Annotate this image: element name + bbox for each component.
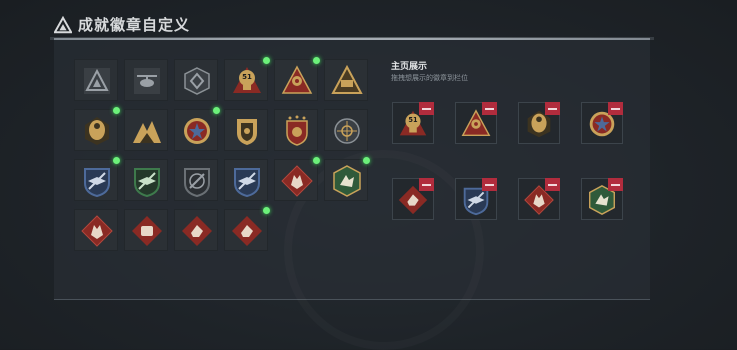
fist-red-badge-icon bbox=[132, 216, 162, 246]
badge-cell[interactable] bbox=[124, 59, 168, 101]
badge-cell[interactable] bbox=[224, 109, 268, 151]
new-indicator-dot bbox=[263, 57, 270, 64]
gold-shield-badge-icon bbox=[237, 119, 257, 145]
wolf-red-badge-icon-2 bbox=[81, 215, 113, 247]
badge-cell[interactable] bbox=[174, 209, 218, 251]
badge-cell[interactable] bbox=[274, 157, 320, 201]
wolf-red-badge-icon bbox=[281, 165, 313, 197]
showcase-slot[interactable]: 51 bbox=[392, 102, 434, 144]
star-medal-badge-icon bbox=[184, 118, 210, 144]
triangle-logo-icon bbox=[54, 15, 72, 33]
new-indicator-dot bbox=[113, 107, 120, 114]
lightbulb-51-badge-icon: 51 bbox=[233, 67, 261, 93]
crosshair-badge-icon bbox=[334, 118, 360, 144]
diamond-emblem-icon bbox=[184, 67, 210, 95]
blue-wings-badge-icon bbox=[84, 168, 110, 198]
showcase-slot[interactable] bbox=[455, 102, 497, 144]
remove-badge-button[interactable] bbox=[419, 178, 434, 191]
remove-badge-button[interactable] bbox=[482, 102, 497, 115]
showcase-slot[interactable] bbox=[518, 178, 560, 220]
badge-customization-panel: 51 主页展示 拖拽想展示的徽章到栏位 51 bbox=[50, 37, 654, 300]
stars-shield-badge-icon bbox=[286, 115, 308, 146]
dark-wings-badge-icon bbox=[184, 168, 210, 198]
panel-top-highlight bbox=[50, 37, 654, 40]
badge-cell[interactable] bbox=[124, 209, 168, 251]
badge-cell[interactable] bbox=[124, 109, 168, 151]
showcase-subtitle: 拖拽想展示的徽章到栏位 bbox=[391, 74, 468, 82]
badge-cell[interactable] bbox=[174, 59, 218, 101]
pyramid-eye-badge-icon bbox=[281, 65, 313, 94]
badge-cell[interactable] bbox=[74, 209, 118, 251]
page-title: 成就徽章自定义 bbox=[78, 16, 191, 34]
badge-cell[interactable] bbox=[274, 57, 320, 101]
remove-badge-button[interactable] bbox=[545, 102, 560, 115]
minus-icon bbox=[548, 183, 557, 186]
triangle-emblem-icon bbox=[84, 68, 110, 94]
badge-cell[interactable] bbox=[174, 107, 220, 151]
badge-cell[interactable] bbox=[224, 207, 270, 251]
minus-icon bbox=[422, 183, 431, 186]
remove-badge-button[interactable] bbox=[482, 178, 497, 191]
page-title-bar: 成就徽章自定义 bbox=[54, 14, 190, 35]
new-indicator-dot bbox=[263, 207, 270, 214]
badge-cell[interactable]: 51 bbox=[224, 57, 270, 101]
mountain-gold-badge-icon bbox=[133, 121, 161, 143]
remove-badge-button[interactable] bbox=[419, 102, 434, 115]
minus-icon bbox=[422, 107, 431, 110]
badge-cell[interactable] bbox=[324, 109, 368, 151]
svg-text:51: 51 bbox=[242, 73, 252, 81]
badge-cell[interactable] bbox=[74, 107, 120, 151]
showcase-slot[interactable] bbox=[518, 102, 560, 144]
new-indicator-dot bbox=[313, 57, 320, 64]
minus-icon bbox=[611, 183, 620, 186]
minus-icon bbox=[485, 183, 494, 186]
showcase-slot[interactable] bbox=[581, 178, 623, 220]
hex-green-badge-icon bbox=[333, 165, 361, 197]
badge-cell[interactable] bbox=[74, 59, 118, 101]
minus-icon bbox=[485, 107, 494, 110]
new-indicator-dot bbox=[213, 107, 220, 114]
new-indicator-dot bbox=[363, 157, 370, 164]
showcase-title: 主页展示 bbox=[391, 62, 428, 72]
svg-text:51: 51 bbox=[408, 116, 418, 124]
badge-cell[interactable] bbox=[124, 159, 168, 201]
minus-icon bbox=[548, 107, 557, 110]
green-wings-badge-icon bbox=[134, 168, 160, 198]
new-indicator-dot bbox=[313, 157, 320, 164]
hand-red-badge-icon-2 bbox=[232, 216, 262, 246]
badge-cell[interactable] bbox=[174, 159, 218, 201]
hand-red-badge-icon bbox=[182, 216, 212, 246]
showcase-slot[interactable] bbox=[455, 178, 497, 220]
showcase-slot[interactable] bbox=[581, 102, 623, 144]
remove-badge-button[interactable] bbox=[608, 178, 623, 191]
triangle-crest-icon bbox=[331, 64, 363, 94]
badge-cell[interactable] bbox=[324, 157, 370, 201]
minus-icon bbox=[611, 107, 620, 110]
badge-cell[interactable] bbox=[224, 159, 268, 201]
badge-cell[interactable] bbox=[324, 59, 368, 101]
badge-cell[interactable] bbox=[74, 157, 120, 201]
remove-badge-button[interactable] bbox=[608, 102, 623, 115]
helicopter-emblem-icon bbox=[134, 68, 160, 94]
eagle-gold-badge-icon bbox=[85, 117, 109, 145]
remove-badge-button[interactable] bbox=[545, 178, 560, 191]
new-indicator-dot bbox=[113, 157, 120, 164]
badge-cell[interactable] bbox=[274, 109, 318, 151]
showcase-slot[interactable] bbox=[392, 178, 434, 220]
blue-wings-badge-icon-2 bbox=[234, 168, 260, 198]
